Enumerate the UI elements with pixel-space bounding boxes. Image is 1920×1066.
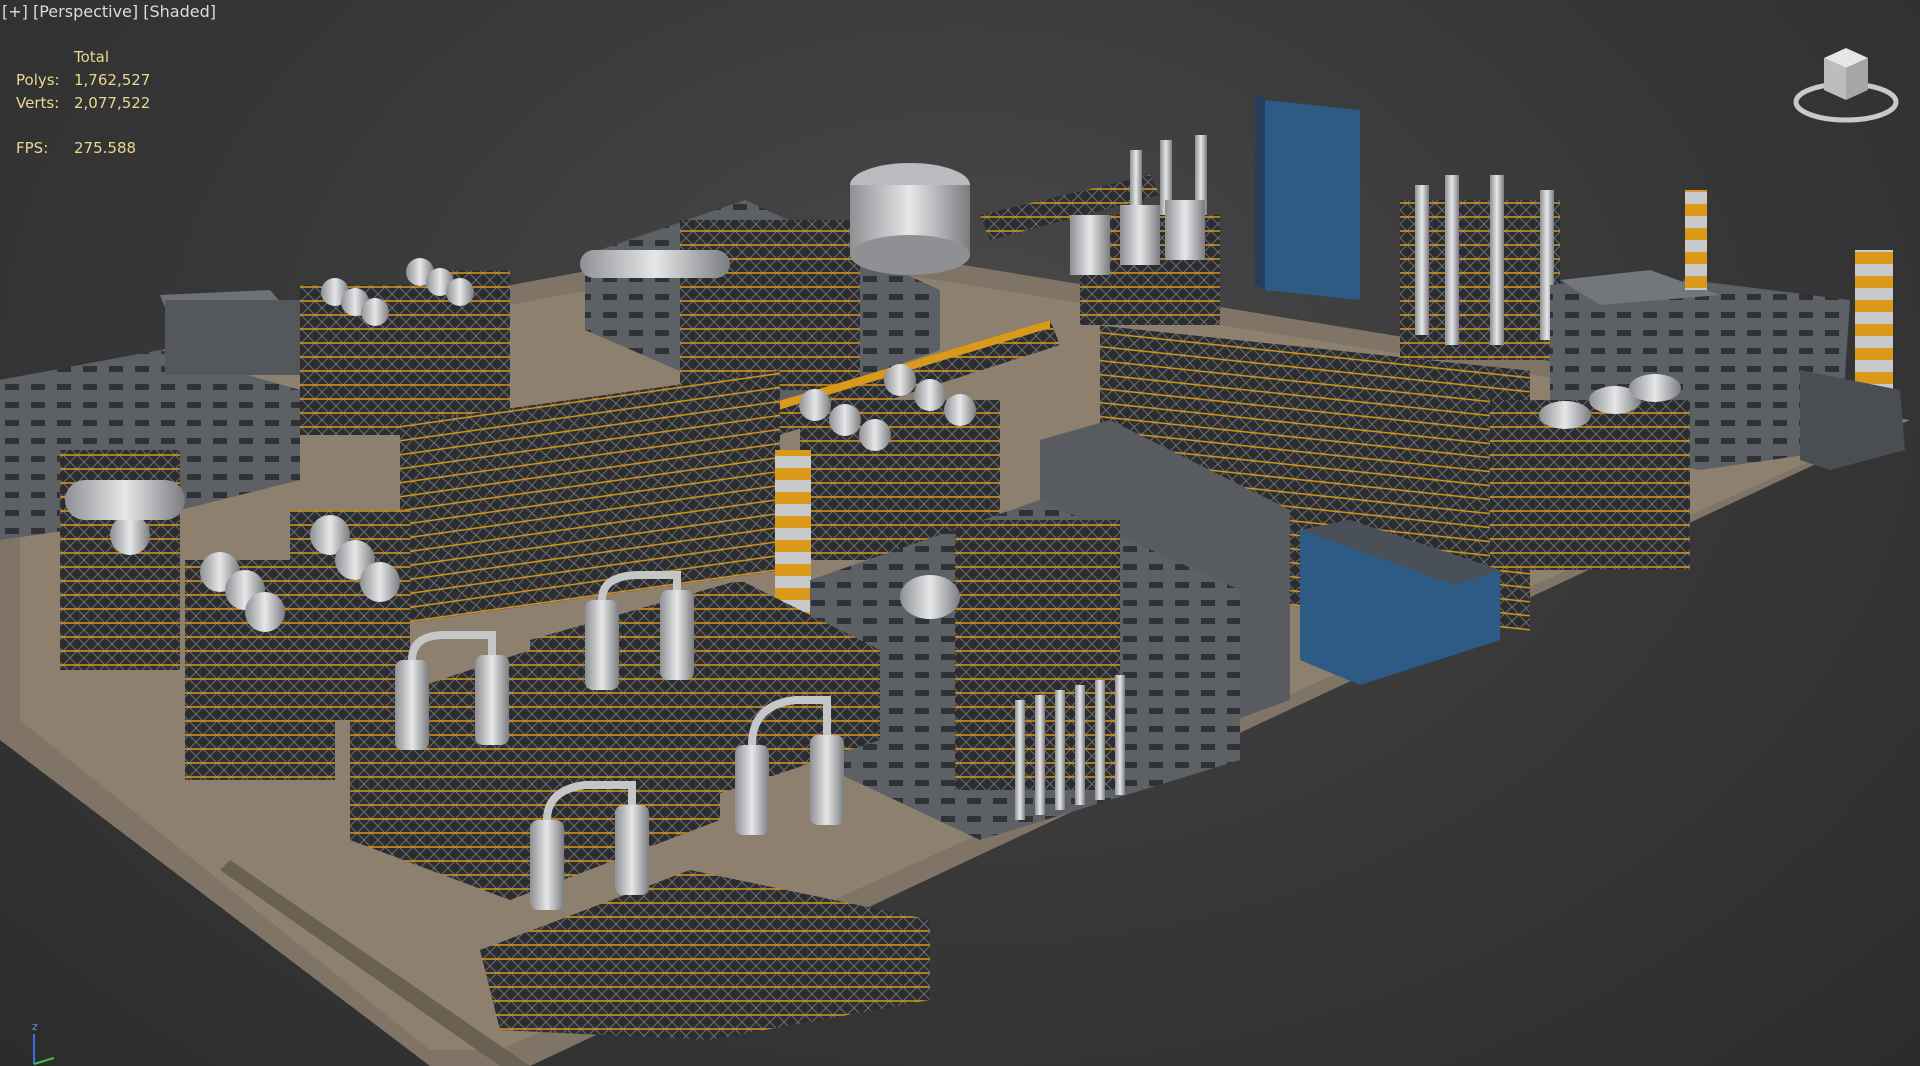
verts-value: 2,077,522 [74, 94, 151, 112]
viewport-menu-plus[interactable]: [+] [2, 2, 28, 21]
polys-label: Polys: [16, 71, 60, 89]
reactor-deck [1490, 400, 1690, 570]
perspective-viewport[interactable]: [+] [Perspective] [Shaded] Total Polys: … [0, 0, 1920, 1066]
fps-value: 275.588 [74, 139, 137, 157]
blue-tower [1265, 100, 1360, 300]
statistics-overlay: Total Polys: 1,762,527 Verts: 2,077,522 … [16, 46, 150, 160]
axis-tripod-icon: z [32, 1020, 55, 1065]
viewport-label: [+] [Perspective] [Shaded] [2, 2, 216, 21]
fps-label: FPS: [16, 139, 49, 157]
viewport-view-label[interactable]: [Perspective] [33, 2, 138, 21]
viewcube-icon[interactable] [1790, 42, 1902, 130]
axis-z-label: z [32, 1020, 38, 1033]
stats-header: Total [74, 48, 110, 66]
polys-value: 1,762,527 [74, 71, 151, 89]
right-stack [1855, 250, 1893, 405]
verts-label: Verts: [16, 94, 60, 112]
industrial-plant-scene[interactable] [0, 0, 1920, 1066]
viewport-shading-label[interactable]: [Shaded] [143, 2, 216, 21]
